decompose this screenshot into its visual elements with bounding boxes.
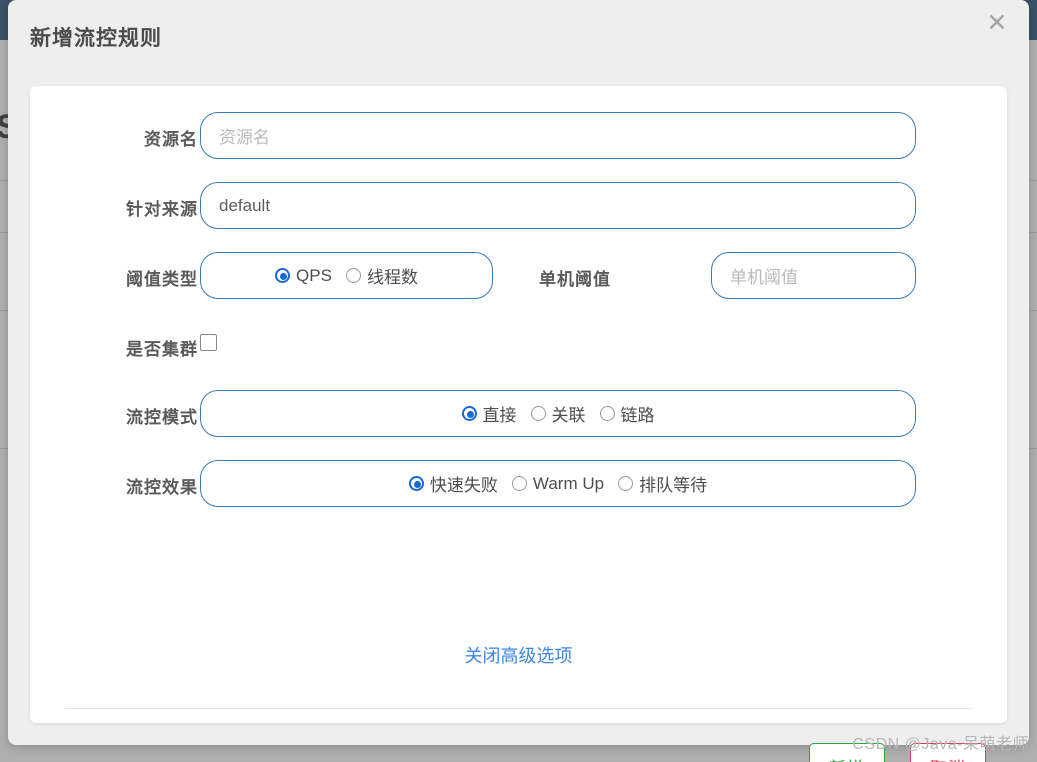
threshold-option-threads-label: 线程数 xyxy=(366,268,418,287)
footer-divider xyxy=(65,708,972,709)
flow-mode-option-direct-label: 直接 xyxy=(482,406,517,425)
flow-effect-option-queue[interactable]: 排队等待 xyxy=(618,471,707,496)
radio-unselected-icon xyxy=(530,406,546,421)
flow-effect-radio-group[interactable]: 快速失败 Warm Up 排队等待 xyxy=(200,460,916,507)
label-single-threshold: 单机阈值 xyxy=(539,270,611,289)
limit-app-input[interactable]: default xyxy=(200,182,916,229)
form-row-is-cluster: 是否集群 xyxy=(30,331,1007,361)
form-row-threshold: 阈值类型 QPS 线程数 单机阈值 单机阈值 xyxy=(30,252,1007,299)
flow-mode-option-associate-label: 关联 xyxy=(551,406,586,425)
radio-selected-icon xyxy=(408,476,424,491)
radio-selected-icon xyxy=(461,406,477,421)
radio-selected-icon xyxy=(275,268,291,283)
threshold-option-qps-label: QPS xyxy=(296,265,332,285)
radio-unselected-icon xyxy=(511,476,527,491)
watermark: CSDN @Java-呆萌老师 xyxy=(852,736,1029,753)
resource-name-input[interactable]: 资源名 xyxy=(200,112,916,159)
radio-unselected-icon xyxy=(345,268,361,283)
flow-mode-option-associate[interactable]: 关联 xyxy=(530,401,586,426)
label-flow-mode: 流控模式 xyxy=(126,408,198,427)
flow-mode-option-direct[interactable]: 直接 xyxy=(461,401,517,426)
form-row-limit-app: 针对来源 default xyxy=(30,182,1007,229)
flow-effect-option-warm-up[interactable]: Warm Up xyxy=(511,473,605,494)
is-cluster-checkbox[interactable] xyxy=(200,334,217,351)
radio-unselected-icon xyxy=(599,406,615,421)
dialog-body-card: 资源名 资源名 针对来源 default 阈值类型 QPS 线程数 单机阈值 单… xyxy=(30,86,1007,762)
flow-effect-option-warm-up-label: Warm Up xyxy=(532,473,605,493)
dialog-title: 新增流控规则 xyxy=(30,27,162,50)
label-flow-effect: 流控效果 xyxy=(126,478,198,497)
label-is-cluster: 是否集群 xyxy=(126,340,198,359)
label-resource-name: 资源名 xyxy=(144,130,198,149)
flow-mode-option-chain[interactable]: 链路 xyxy=(599,401,655,426)
threshold-option-threads[interactable]: 线程数 xyxy=(345,263,418,288)
flow-mode-option-chain-label: 链路 xyxy=(620,406,655,425)
close-icon[interactable]: ✕ xyxy=(983,10,1011,38)
single-threshold-input[interactable]: 单机阈值 xyxy=(711,252,916,299)
threshold-option-qps[interactable]: QPS xyxy=(275,266,332,286)
threshold-type-radio-group[interactable]: QPS 线程数 xyxy=(200,252,493,299)
flow-effect-option-fail-fast[interactable]: 快速失败 xyxy=(408,471,498,496)
label-threshold-type: 阈值类型 xyxy=(126,270,198,289)
label-limit-app: 针对来源 xyxy=(126,200,198,219)
radio-unselected-icon xyxy=(618,476,634,491)
form-row-flow-mode: 流控模式 直接 关联 链路 xyxy=(30,390,1007,437)
form-row-resource-name: 资源名 资源名 xyxy=(30,112,1007,159)
add-flow-rule-dialog: 新增流控规则 ✕ 资源名 资源名 针对来源 default 阈值类型 QPS 线… xyxy=(8,0,1029,762)
flow-effect-option-fail-fast-label: 快速失败 xyxy=(429,476,498,495)
flow-effect-option-queue-label: 排队等待 xyxy=(639,476,708,495)
toggle-advanced-options-link[interactable]: 关闭高级选项 xyxy=(30,642,1007,668)
flow-mode-radio-group[interactable]: 直接 关联 链路 xyxy=(200,390,916,437)
form-row-flow-effect: 流控效果 快速失败 Warm Up 排队等待 xyxy=(30,460,1007,507)
